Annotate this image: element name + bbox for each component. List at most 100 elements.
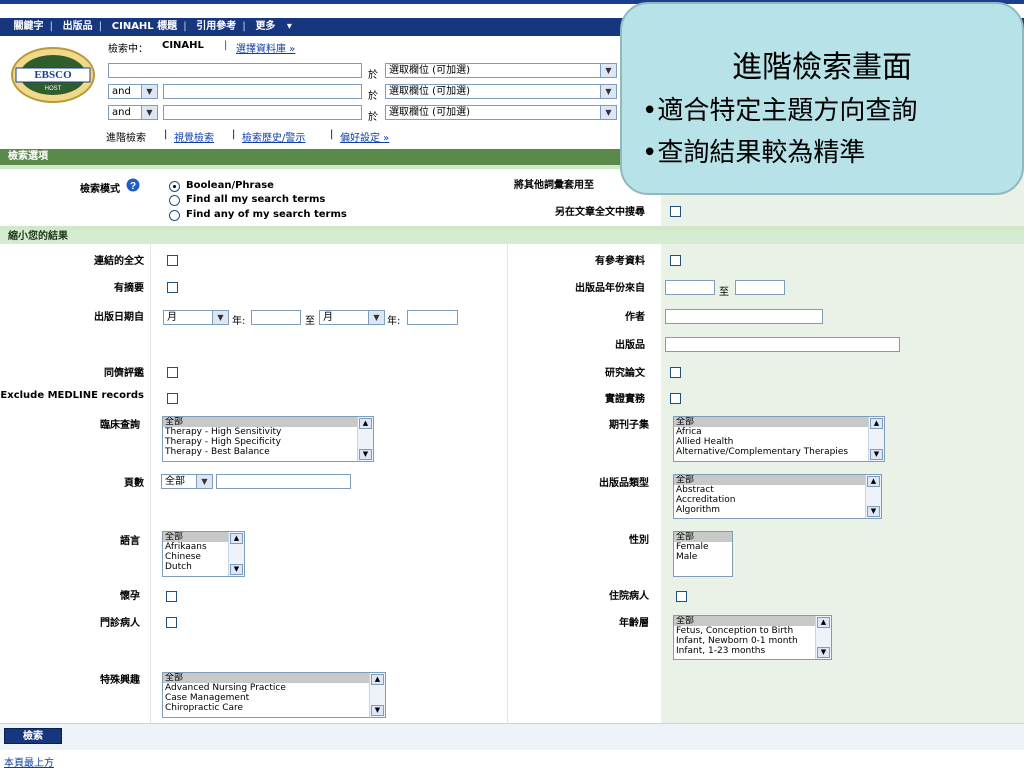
in-label: 於 — [368, 112, 378, 123]
search-input-1[interactable] — [108, 63, 362, 78]
publication-input[interactable] — [665, 337, 900, 352]
author-label: 作者 — [625, 312, 645, 323]
chevron-down-icon[interactable]: ▼ — [230, 564, 243, 575]
mode-boolean-radio[interactable] — [169, 181, 180, 192]
outpatient-checkbox[interactable] — [166, 617, 177, 628]
list-option[interactable]: Infant, 1-23 months — [674, 646, 831, 656]
age-groups-listbox[interactable]: 全部 Fetus, Conception to Birth Infant, Ne… — [673, 615, 832, 660]
month-from-select[interactable]: 月 ▼ — [163, 310, 229, 325]
scrollbar[interactable]: ▲ ▼ — [868, 417, 884, 461]
abstract-checkbox[interactable] — [167, 282, 178, 293]
list-option[interactable]: Abstract — [674, 485, 881, 495]
inpatient-checkbox[interactable] — [676, 591, 687, 602]
research-article-checkbox[interactable] — [670, 367, 681, 378]
search-button[interactable]: 檢索 — [4, 728, 62, 744]
pregnancy-checkbox[interactable] — [166, 591, 177, 602]
list-option[interactable]: Female — [674, 542, 732, 552]
pages-input[interactable] — [216, 474, 351, 489]
chevron-up-icon[interactable]: ▲ — [359, 418, 372, 429]
list-option[interactable]: Male — [674, 552, 732, 562]
pub-type-listbox[interactable]: 全部 Abstract Accreditation Algorithm ▲ ▼ — [673, 474, 882, 519]
chevron-down-icon[interactable]: ▼ — [817, 647, 830, 658]
preferences-link[interactable]: 偏好設定 » — [340, 129, 389, 144]
choose-database-link[interactable]: 選擇資料庫 » — [236, 40, 295, 55]
chevron-up-icon[interactable]: ▲ — [870, 418, 883, 429]
gender-listbox[interactable]: 全部 Female Male — [673, 531, 733, 577]
nav-cited-references[interactable]: 引用參考 — [192, 18, 240, 36]
has-references-checkbox[interactable] — [670, 255, 681, 266]
journal-subset-listbox[interactable]: 全部 Africa Allied Health Alternative/Comp… — [673, 416, 885, 462]
field-select-1[interactable]: 選取欄位 (可加選) ▼ — [385, 63, 617, 78]
peer-reviewed-checkbox[interactable] — [167, 367, 178, 378]
list-option[interactable]: Allied Health — [674, 437, 884, 447]
scrollbar[interactable]: ▲ ▼ — [369, 673, 385, 717]
clinical-queries-listbox[interactable]: 全部 Therapy - High Sensitivity Therapy - … — [162, 416, 374, 462]
year-to-input[interactable] — [407, 310, 458, 325]
chevron-down-icon[interactable]: ▾ — [283, 18, 296, 36]
pages-select[interactable]: 全部 ▼ — [161, 474, 213, 489]
list-option[interactable]: 全部 — [674, 616, 831, 626]
field-select-3[interactable]: 選取欄位 (可加選) ▼ — [385, 105, 617, 120]
list-option[interactable]: 全部 — [674, 532, 732, 542]
svg-text:?: ? — [130, 181, 136, 192]
search-input-2[interactable] — [163, 84, 362, 99]
list-option[interactable]: Advanced Nursing Practice — [163, 683, 385, 693]
search-input-3[interactable] — [163, 105, 362, 120]
peer-reviewed-label: 同儕評鑑 — [104, 368, 144, 379]
list-option[interactable]: Therapy - High Sensitivity — [163, 427, 373, 437]
operator-select-3[interactable]: and ▼ — [108, 105, 158, 120]
list-option[interactable]: Algorithm — [674, 505, 881, 515]
scrollbar[interactable]: ▲ ▼ — [357, 417, 373, 461]
list-option[interactable]: Infant, Newborn 0-1 month — [674, 636, 831, 646]
chevron-down-icon[interactable]: ▼ — [870, 449, 883, 460]
list-option[interactable]: Case Management — [163, 693, 385, 703]
nav-keyword[interactable]: 關鍵字 — [9, 18, 47, 36]
list-option[interactable]: Alternative/Complementary Therapies — [674, 447, 884, 457]
scrollbar[interactable]: ▲ ▼ — [228, 532, 244, 576]
author-input[interactable] — [665, 309, 823, 324]
help-icon[interactable]: ? — [126, 178, 140, 195]
chevron-up-icon[interactable]: ▲ — [230, 533, 243, 544]
field-select-2[interactable]: 選取欄位 (可加選) ▼ — [385, 84, 617, 99]
operator-select-2[interactable]: and ▼ — [108, 84, 158, 99]
pub-year-from-input[interactable] — [665, 280, 715, 295]
year-from-input[interactable] — [251, 310, 301, 325]
chevron-down-icon[interactable]: ▼ — [371, 705, 384, 716]
chevron-down-icon[interactable]: ▼ — [867, 506, 880, 517]
back-to-top-link[interactable]: 本頁最上方 — [4, 754, 54, 769]
list-option[interactable]: Fetus, Conception to Birth — [674, 626, 831, 636]
pub-year-to-input[interactable] — [735, 280, 785, 295]
linked-fulltext-checkbox[interactable] — [167, 255, 178, 266]
list-option[interactable]: Africa — [674, 427, 884, 437]
month-to-select[interactable]: 月 ▼ — [319, 310, 385, 325]
list-option[interactable]: Chiropractic Care — [163, 703, 385, 713]
list-option[interactable]: Therapy - Best Balance — [163, 447, 373, 457]
special-interest-listbox[interactable]: 全部 Advanced Nursing Practice Case Manage… — [162, 672, 386, 718]
chevron-up-icon[interactable]: ▲ — [371, 674, 384, 685]
search-history-link[interactable]: 檢索歷史/警示 — [242, 129, 305, 144]
visual-search-link[interactable]: 視覺檢索 — [174, 129, 214, 144]
mode-all-radio[interactable] — [169, 195, 180, 206]
chevron-up-icon[interactable]: ▲ — [867, 476, 880, 487]
exclude-medline-checkbox[interactable] — [167, 393, 178, 404]
fulltext-search-checkbox[interactable] — [670, 206, 681, 217]
list-option[interactable]: 全部 — [163, 673, 385, 683]
evidence-based-checkbox[interactable] — [670, 393, 681, 404]
chevron-up-icon[interactable]: ▲ — [817, 617, 830, 628]
list-option[interactable]: 全部 — [674, 475, 881, 485]
list-option[interactable]: Accreditation — [674, 495, 881, 505]
language-listbox[interactable]: 全部 Afrikaans Chinese Dutch ▲ ▼ — [162, 531, 245, 577]
scrollbar[interactable]: ▲ ▼ — [815, 616, 831, 659]
list-option[interactable]: Therapy - High Specificity — [163, 437, 373, 447]
list-option[interactable]: 全部 — [163, 417, 373, 427]
nav-cinahl-headings[interactable]: CINAHL 標題 — [108, 18, 181, 36]
scrollbar[interactable]: ▲ ▼ — [865, 475, 881, 518]
nav-publications[interactable]: 出版品 — [59, 18, 97, 36]
chevron-down-icon[interactable]: ▼ — [359, 449, 372, 460]
nav-more[interactable]: 更多 — [251, 18, 279, 36]
mode-any-radio[interactable] — [169, 210, 180, 221]
list-option[interactable]: 全部 — [674, 417, 884, 427]
pub-type-label: 出版品類型 — [599, 478, 649, 489]
advanced-search-link[interactable]: 進階檢索 — [106, 129, 146, 144]
chevron-down-icon: ▼ — [368, 311, 384, 324]
